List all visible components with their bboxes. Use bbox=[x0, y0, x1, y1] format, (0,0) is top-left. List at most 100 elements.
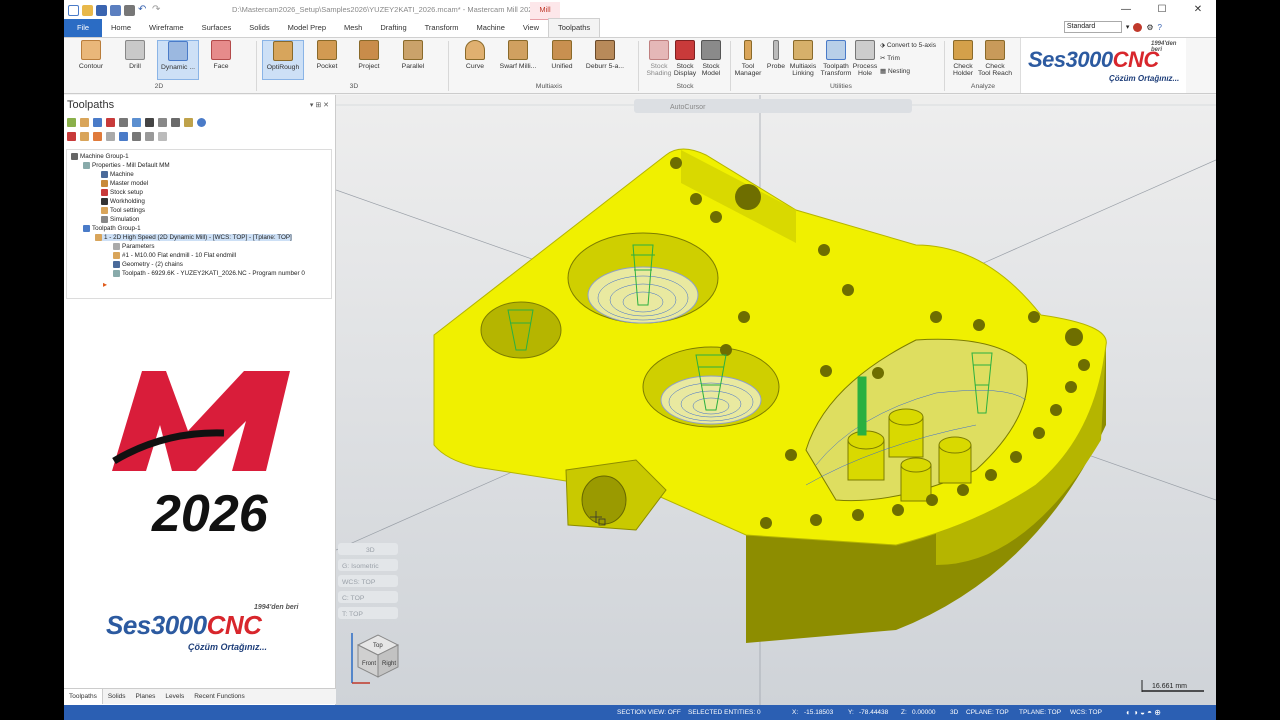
tab-file[interactable]: File bbox=[64, 19, 102, 37]
stock-model-button[interactable]: Stock Model bbox=[696, 40, 726, 77]
status-tplane[interactable]: TPLANE: TOP bbox=[1019, 709, 1061, 716]
move-down-icon[interactable] bbox=[67, 132, 76, 141]
tab-solids[interactable]: Solids bbox=[240, 19, 278, 37]
parallel-button[interactable]: Parallel bbox=[397, 40, 429, 70]
tree-tool[interactable]: #1 - M10.00 Flat endmill - 10 Flat endmi… bbox=[113, 252, 236, 259]
tree-machine-group[interactable]: Machine Group-1 bbox=[71, 153, 129, 160]
unified-button[interactable]: Unified bbox=[546, 40, 578, 70]
tree-geometry[interactable]: Geometry - (2) chains bbox=[113, 261, 183, 268]
undo-icon[interactable]: ↶ bbox=[138, 4, 149, 16]
move-up-icon[interactable] bbox=[80, 132, 89, 141]
tree-parameters[interactable]: Parameters bbox=[113, 243, 155, 250]
view-style-select[interactable]: Standard bbox=[1063, 21, 1122, 33]
lock-icon[interactable] bbox=[184, 118, 193, 127]
part-model[interactable] bbox=[433, 148, 1107, 643]
open-file-icon[interactable] bbox=[82, 4, 93, 16]
autocursor-toolbar[interactable]: AutoCursor bbox=[634, 99, 912, 113]
select-all-icon[interactable] bbox=[67, 118, 76, 127]
status-view-icons[interactable]: ◐ ◑ ◒ ◓ ⊕ bbox=[1126, 708, 1161, 717]
trim-button[interactable]: ✂ Trim bbox=[880, 54, 900, 62]
lines-icon[interactable] bbox=[145, 132, 154, 141]
tab-solids-manager[interactable]: Solids bbox=[103, 689, 131, 704]
tree-stock-setup[interactable]: Stock setup bbox=[101, 189, 143, 196]
status-wcs[interactable]: WCS: TOP bbox=[1070, 709, 1102, 716]
help-icon[interactable]: ? bbox=[1158, 23, 1162, 32]
tool-manager-button[interactable]: Tool Manager bbox=[732, 40, 764, 77]
tree-workholding[interactable]: Workholding bbox=[101, 198, 145, 205]
dropdown-icon[interactable]: ▾ bbox=[1126, 23, 1130, 31]
status-mode[interactable]: 3D bbox=[950, 709, 958, 716]
g1-icon[interactable] bbox=[158, 118, 167, 127]
tab-drafting[interactable]: Drafting bbox=[371, 19, 415, 37]
multiaxis-linking-button[interactable]: Multiaxis Linking bbox=[788, 40, 818, 77]
toggle-display-icon[interactable] bbox=[132, 132, 141, 141]
print-icon[interactable] bbox=[124, 4, 135, 16]
tab-toolpaths-manager[interactable]: Toolpaths bbox=[64, 689, 103, 704]
select-invalid-icon[interactable] bbox=[80, 118, 89, 127]
tree-machine[interactable]: Machine bbox=[101, 171, 134, 178]
tab-planes-manager[interactable]: Planes bbox=[131, 689, 161, 704]
maximize-icon[interactable]: ☐ bbox=[1144, 0, 1180, 20]
notification-icon[interactable] bbox=[1133, 22, 1143, 32]
check-holder-button[interactable]: Check Holder bbox=[950, 40, 976, 77]
tab-home[interactable]: Home bbox=[102, 19, 140, 37]
swarf-milling-button[interactable]: Swarf Milli... bbox=[498, 40, 538, 70]
help-icon-panel[interactable] bbox=[197, 118, 206, 127]
project-button[interactable]: Project bbox=[354, 40, 384, 70]
settings-icon[interactable]: ⚙ bbox=[1146, 23, 1153, 32]
pocket-button[interactable]: Pocket bbox=[312, 40, 342, 70]
tab-levels-manager[interactable]: Levels bbox=[160, 689, 189, 704]
pin-icon[interactable]: ▾ ⊞ ✕ bbox=[310, 102, 329, 109]
tab-view[interactable]: View bbox=[514, 19, 548, 37]
tree-toolpath-file[interactable]: Toolpath - 6929.6K - YUZEY2KATI_2026.NC … bbox=[113, 270, 305, 277]
tab-mesh[interactable]: Mesh bbox=[335, 19, 371, 37]
regenerate-icon[interactable] bbox=[93, 118, 102, 127]
tab-transform[interactable]: Transform bbox=[416, 19, 468, 37]
simulate-icon[interactable] bbox=[119, 118, 128, 127]
check-tool-reach-button[interactable]: Check Tool Reach bbox=[978, 40, 1012, 77]
close-icon[interactable]: ✕ bbox=[1180, 0, 1216, 20]
tree-simulation[interactable]: Simulation bbox=[101, 216, 139, 223]
tab-surfaces[interactable]: Surfaces bbox=[193, 19, 241, 37]
insert-arrow-icon[interactable] bbox=[93, 132, 102, 141]
graphics-viewport[interactable]: AutoCursor 3D G: Isometric WCS: TOP C: T… bbox=[336, 95, 1216, 705]
status-cplane[interactable]: CPLANE: TOP bbox=[966, 709, 1009, 716]
nesting-button[interactable]: ▦ Nesting bbox=[880, 67, 910, 75]
tree-operation-1[interactable]: 1 - 2D High Speed (2D Dynamic Mill) - [W… bbox=[95, 234, 292, 241]
tree-toolpath-group[interactable]: Toolpath Group-1 bbox=[83, 225, 141, 232]
redo-icon[interactable]: ↷ bbox=[152, 4, 163, 16]
tab-model-prep[interactable]: Model Prep bbox=[279, 19, 335, 37]
status-section-view[interactable]: SECTION VIEW: OFF bbox=[617, 709, 681, 716]
high-feed-icon[interactable] bbox=[171, 118, 180, 127]
post-icon[interactable] bbox=[145, 118, 154, 127]
tree-master-model[interactable]: Master model bbox=[101, 180, 148, 187]
probe-button[interactable]: Probe bbox=[764, 40, 788, 70]
tab-wireframe[interactable]: Wireframe bbox=[140, 19, 193, 37]
tab-recent-functions[interactable]: Recent Functions bbox=[189, 689, 250, 704]
deburr-button[interactable]: Deburr 5-a... bbox=[584, 40, 626, 70]
tree-tool-settings[interactable]: Tool settings bbox=[101, 207, 145, 214]
tab-toolpaths[interactable]: Toolpaths bbox=[548, 18, 601, 37]
new-file-icon[interactable] bbox=[68, 4, 79, 16]
minimize-icon[interactable]: — bbox=[1108, 0, 1144, 20]
convert-5axis-button[interactable]: ⬗ Convert to 5-axis bbox=[880, 41, 936, 49]
regenerate-dirty-icon[interactable] bbox=[106, 118, 115, 127]
expand-icon[interactable] bbox=[158, 132, 167, 141]
single-select-icon[interactable] bbox=[119, 132, 128, 141]
boss-bore bbox=[581, 475, 627, 525]
tree-properties[interactable]: Properties - Mill Default MM bbox=[83, 162, 170, 169]
toolpath-transform-button[interactable]: Toolpath Transform bbox=[820, 40, 852, 77]
view-cube[interactable]: Top Front Right bbox=[351, 633, 400, 684]
save-as-icon[interactable] bbox=[110, 4, 121, 16]
verify-icon[interactable] bbox=[132, 118, 141, 127]
contour-button[interactable]: Contour bbox=[74, 40, 108, 70]
process-hole-button[interactable]: Process Hole bbox=[852, 40, 878, 77]
tab-machine[interactable]: Machine bbox=[468, 19, 514, 37]
save-icon[interactable] bbox=[96, 4, 107, 16]
scroll-icon[interactable] bbox=[106, 132, 115, 141]
face-button[interactable]: Face bbox=[206, 40, 236, 70]
optirough-button[interactable]: OptiRough bbox=[262, 40, 304, 80]
dynamic-mill-button[interactable]: Dynamic ... bbox=[157, 40, 199, 80]
curve-button[interactable]: Curve bbox=[460, 40, 490, 70]
drill-button[interactable]: Drill bbox=[118, 40, 152, 70]
